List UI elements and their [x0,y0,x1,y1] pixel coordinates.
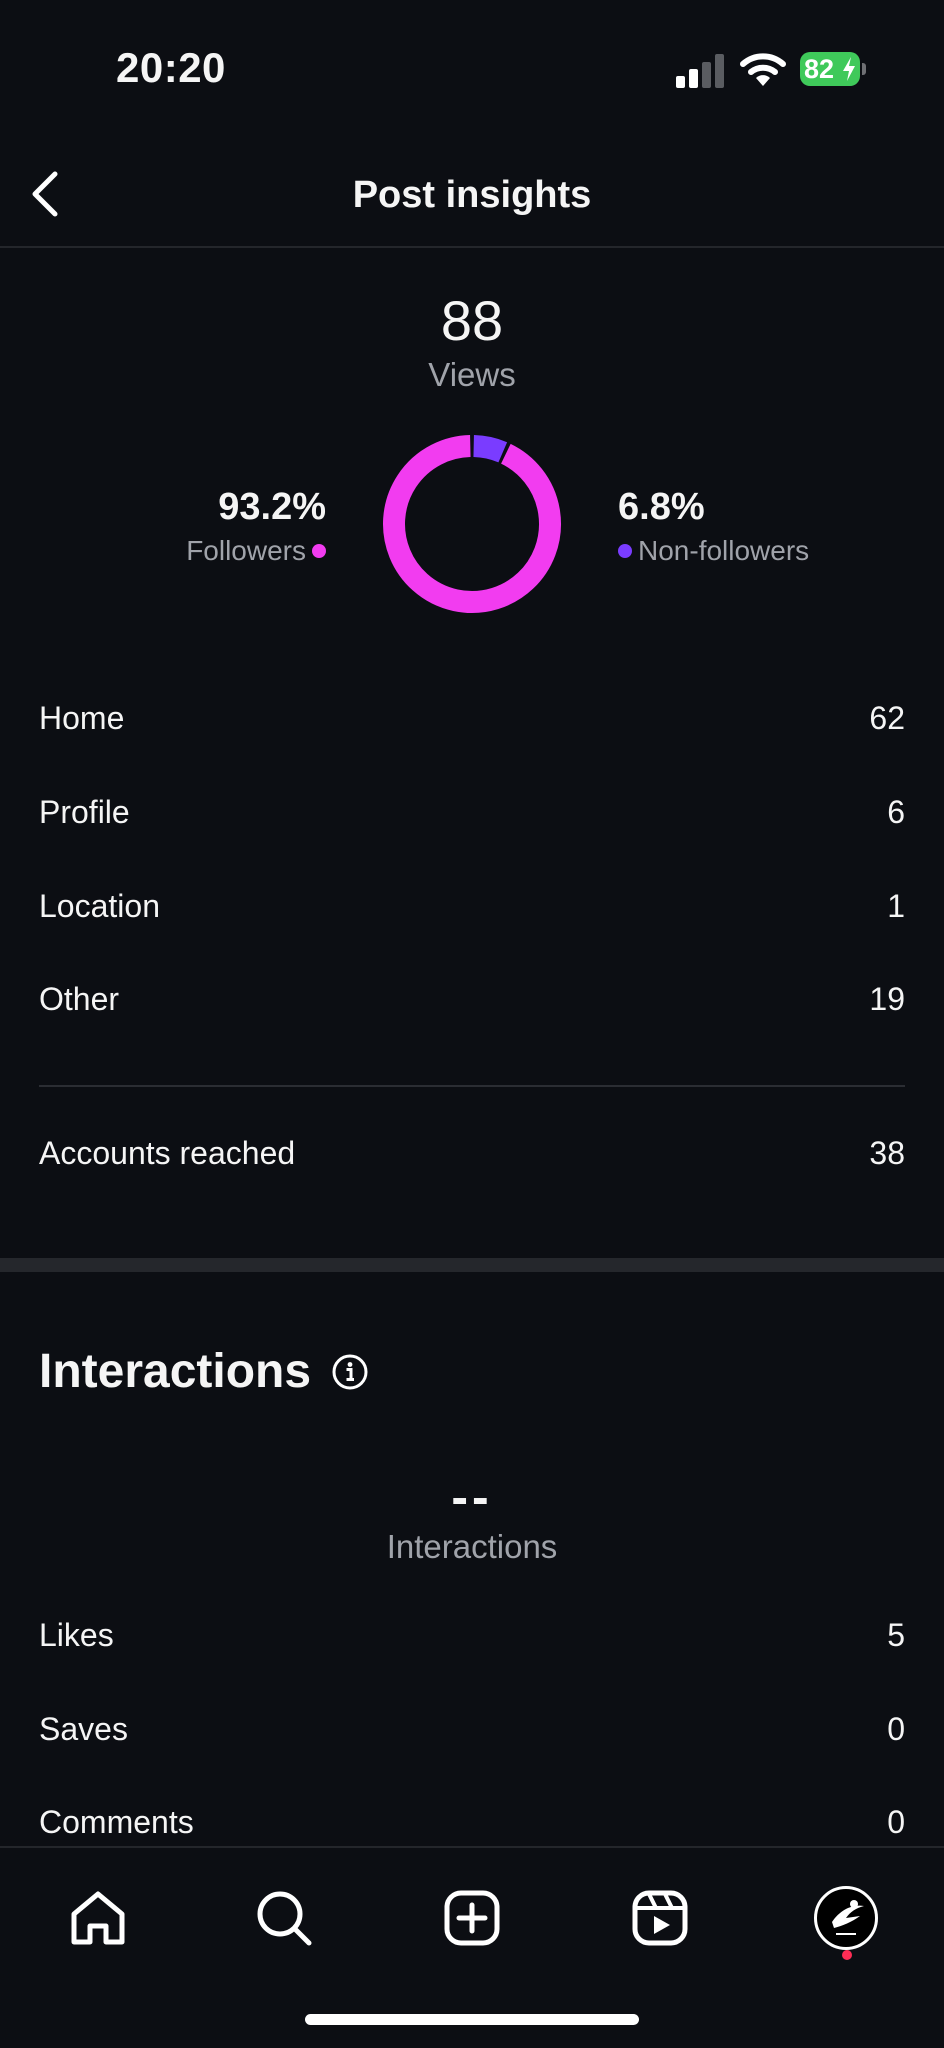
followers-segment [383,435,561,613]
views-label: Views [428,356,516,393]
interaction-value: 5 [887,1616,905,1653]
status-bar: 20:20 82 [0,0,944,140]
nav-search-button[interactable] [244,1878,324,1958]
source-value: 62 [869,699,905,736]
accounts-reached-value: 38 [869,1134,905,1171]
interaction-label: Comments [39,1803,194,1840]
notification-dot [842,1950,852,1960]
post-insights-screen: 20:20 82 Post insights 88 Views 93.2% Fo… [0,0,944,2048]
nav-home-button[interactable] [58,1878,138,1958]
reels-icon [632,1890,688,1946]
home-icon [71,1891,125,1945]
non-followers-segment [473,435,508,463]
status-time: 20:20 [116,44,226,91]
source-label: Location [39,887,160,924]
interactions-label: Interactions [386,1528,558,1565]
search-icon [257,1891,312,1946]
followers-legend-dot [312,544,326,558]
list-item: Location 1 [39,876,905,936]
home-indicator[interactable] [305,2014,639,2025]
wifi-icon [740,53,786,86]
views-count: 88 [440,289,504,352]
avatar-logo-icon [832,1900,864,1935]
accounts-reached-label: Accounts reached [39,1134,296,1171]
accounts-reached-row: Accounts reached 38 [39,1123,905,1183]
nav-create-button[interactable] [432,1878,512,1958]
page-title: Post insights [352,174,592,216]
list-item: Comments 0 [39,1792,905,1852]
interaction-value: 0 [887,1710,905,1747]
non-followers-label: Non-followers [638,535,810,566]
non-followers-percentage: 6.8% [618,486,705,528]
cellular-signal-icon [676,54,726,88]
list-item: Likes 5 [39,1605,905,1665]
info-icon[interactable] [331,1353,369,1391]
source-value: 19 [869,980,905,1017]
source-value: 1 [887,887,905,924]
nav-profile-button[interactable] [806,1878,886,1958]
source-label: Profile [39,793,130,830]
battery-level: 82 [804,54,835,84]
followers-stat: 93.2% Followers [186,486,326,567]
non-followers-stat: 6.8% Non-followers [618,486,809,567]
followers-donut-chart [383,435,561,613]
source-label: Other [39,980,120,1017]
followers-label: Followers [186,535,306,566]
followers-percentage: 93.2% [218,486,326,528]
nav-reels-button[interactable] [620,1878,700,1958]
section-separator [0,1258,944,1272]
interaction-label: Likes [39,1616,114,1653]
interactions-heading: Interactions [39,1344,369,1399]
list-item: Other 19 [39,969,905,1029]
interaction-label: Saves [39,1710,128,1747]
list-item: Home 62 [39,688,905,748]
interaction-value: 0 [887,1803,905,1840]
source-label: Home [39,699,125,736]
interactions-count: -- [451,1469,493,1525]
source-value: 6 [887,793,905,830]
divider [39,1085,905,1087]
charging-bolt-icon [843,57,855,81]
list-item: Saves 0 [39,1699,905,1759]
list-item: Profile 6 [39,782,905,842]
non-followers-legend-dot [618,544,632,558]
top-navigation-bar: Post insights [0,140,944,248]
profile-avatar [814,1886,878,1950]
create-post-icon [444,1890,500,1946]
interactions-title: Interactions [39,1345,312,1398]
battery-icon: 82 [800,52,866,86]
